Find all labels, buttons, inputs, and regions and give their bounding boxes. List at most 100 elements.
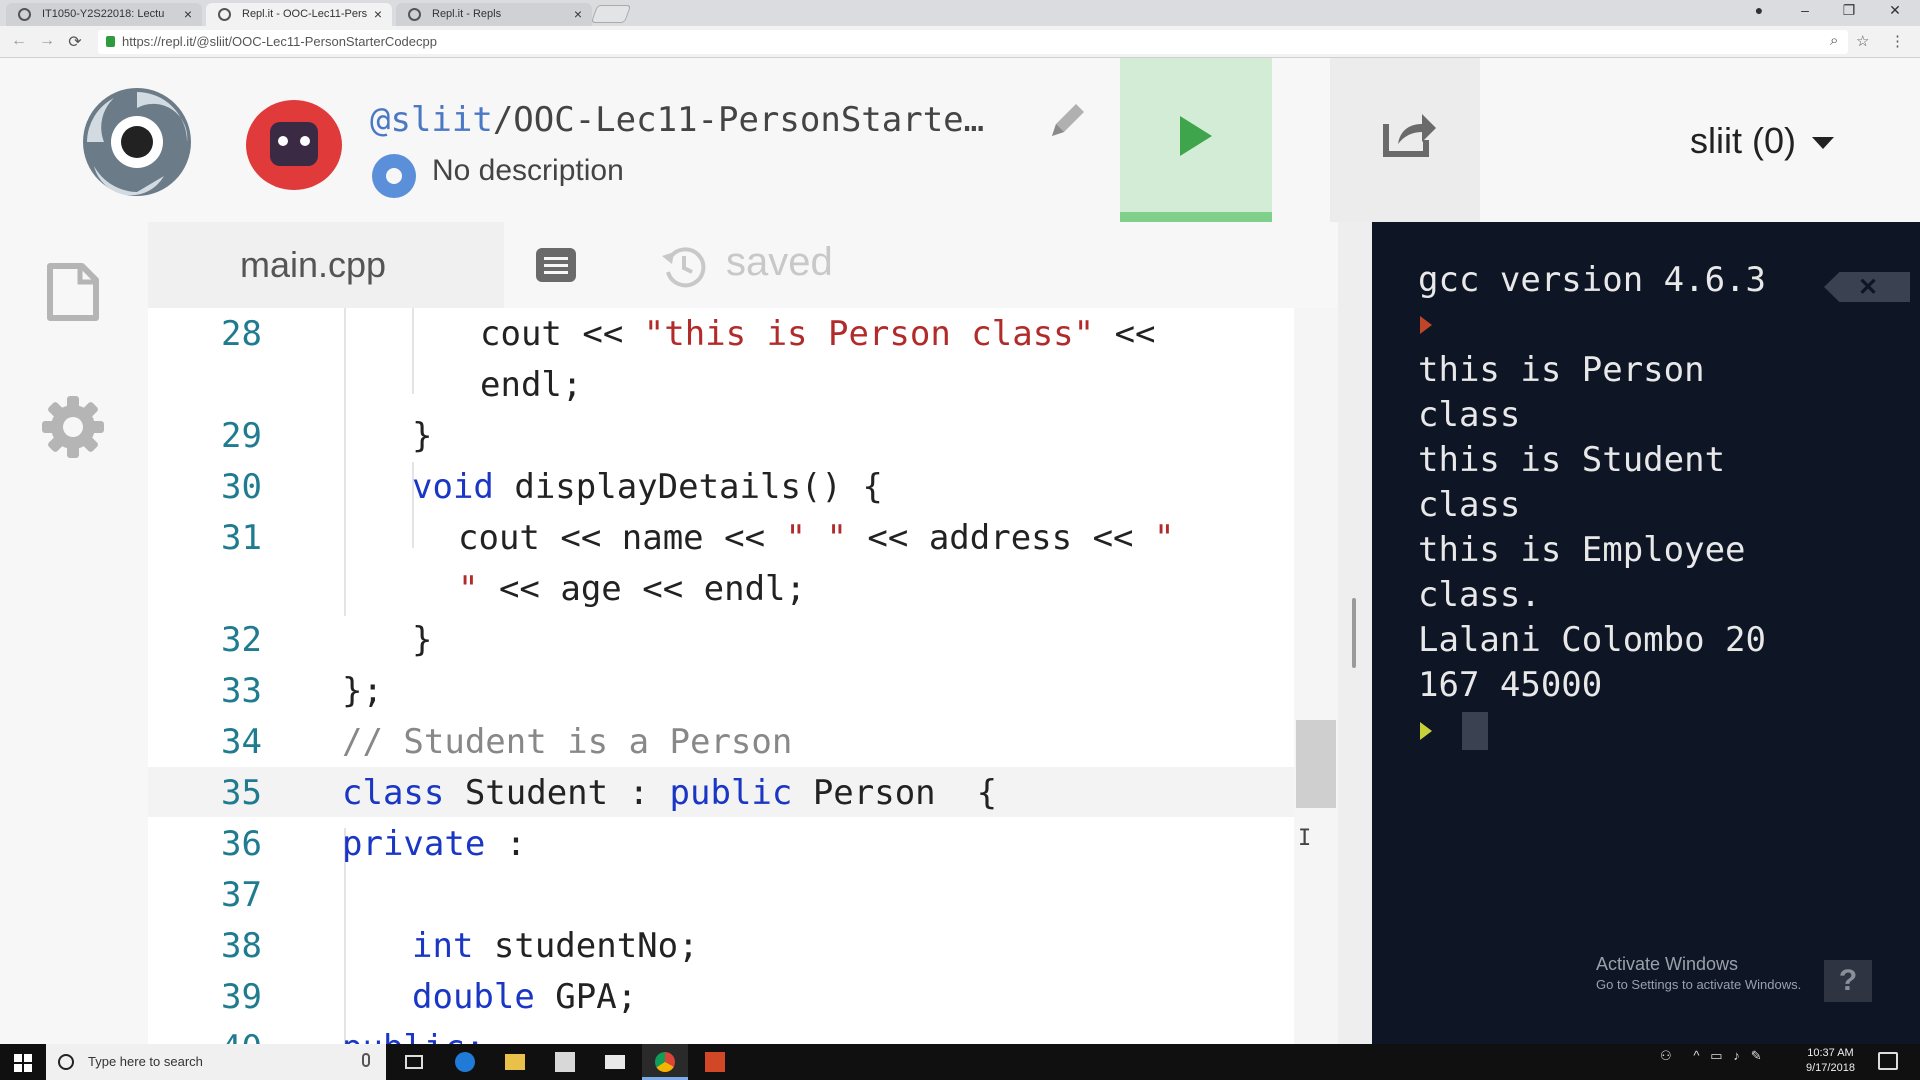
replit-logo-icon[interactable] <box>74 84 200 200</box>
notification-center-icon[interactable] <box>1878 1052 1898 1070</box>
code-line: 38 int studentNo; <box>148 920 1294 970</box>
cpp-language-icon <box>372 154 416 198</box>
close-tab-icon[interactable]: × <box>374 6 382 22</box>
people-icon[interactable]: ⚇ <box>1660 1048 1672 1063</box>
code-text: } <box>412 416 433 456</box>
console-output-line: class <box>1418 485 1521 525</box>
code-token: GPA; <box>534 977 638 1017</box>
code-line: 33 }; <box>148 665 1294 715</box>
mouse-text-cursor-icon: I <box>1298 826 1312 851</box>
share-icon <box>1383 114 1436 157</box>
menu-icon[interactable] <box>534 246 578 284</box>
share-button[interactable] <box>1330 58 1480 222</box>
task-view-button[interactable] <box>392 1044 438 1080</box>
code-line-active: 35 class Student : public Person { <box>148 767 1294 817</box>
windows-start-icon[interactable] <box>14 1054 32 1072</box>
code-text: cout << name << " " << address << " <box>458 518 1174 558</box>
run-button[interactable] <box>1120 58 1272 222</box>
code-token: int <box>412 926 474 966</box>
browser-tab-repl-active[interactable]: Repl.it - OOC-Lec11-Pers × <box>206 3 392 26</box>
url-field[interactable]: https://repl.it/@sliit/OOC-Lec11-PersonS… <box>98 30 1848 54</box>
tray-chevron-icon[interactable]: ^ <box>1693 1048 1699 1063</box>
code-token: double <box>412 977 535 1017</box>
clear-console-button[interactable]: ✕ <box>1824 272 1910 302</box>
taskbar-search-box[interactable]: Type here to search <box>46 1044 386 1080</box>
editor-scrollbar[interactable] <box>1294 308 1338 1044</box>
line-number: 37 <box>221 875 262 915</box>
user-menu-dropdown[interactable]: sliit (0) <box>1690 120 1834 162</box>
browser-tab-lecture[interactable]: IT1050-Y2S22018: Lectu × <box>6 3 202 26</box>
user-avatar[interactable] <box>246 100 342 190</box>
system-tray[interactable]: ⚇ ^ ▭ ♪ ✎ <box>1660 1048 1762 1064</box>
profile-icon[interactable]: ● <box>1744 2 1774 18</box>
repl-header: @sliit/OOC-Lec11-PersonStarte… No descri… <box>0 58 1920 222</box>
forward-icon[interactable]: → <box>36 32 58 50</box>
code-line: 40 public: <box>148 1022 1294 1044</box>
code-text: " << age << endl; <box>458 569 806 609</box>
minimize-icon[interactable]: – <box>1790 2 1820 18</box>
close-tab-icon[interactable]: × <box>184 6 192 22</box>
console-panel[interactable]: gcc version 4.6.3 ✕ this is Person class… <box>1372 222 1920 1044</box>
network-icon[interactable]: ▭ <box>1710 1048 1722 1063</box>
file-icon[interactable] <box>46 262 100 322</box>
line-number: 39 <box>221 977 262 1017</box>
replit-favicon-icon <box>218 8 231 21</box>
new-tab-button[interactable] <box>590 5 632 23</box>
repl-owner[interactable]: @sliit <box>370 100 493 140</box>
help-button[interactable]: ? <box>1824 960 1872 1002</box>
code-token: " <box>1153 518 1175 558</box>
line-number: 36 <box>221 824 262 864</box>
play-icon <box>1180 116 1212 156</box>
cortana-icon <box>58 1054 74 1070</box>
edit-pencil-icon[interactable] <box>1046 98 1090 142</box>
clock-time: 10:37 AM <box>1807 1047 1854 1059</box>
taskbar-file-explorer[interactable] <box>492 1044 538 1080</box>
line-number: 34 <box>221 722 262 762</box>
left-sidebar <box>0 222 148 1044</box>
code-token: cout << name << <box>458 518 786 558</box>
gear-icon[interactable] <box>40 394 106 460</box>
volume-icon[interactable]: ♪ <box>1733 1048 1740 1063</box>
code-line: 37 <box>148 869 1294 919</box>
code-token: " " <box>785 518 847 558</box>
editor-scroll-thumb[interactable] <box>1296 720 1336 808</box>
repl-description[interactable]: No description <box>432 154 624 188</box>
code-text: } <box>412 620 433 660</box>
code-token: << address << <box>846 518 1154 558</box>
zoom-icon[interactable]: ⌕ <box>1830 32 1838 49</box>
code-token: " <box>458 569 479 609</box>
close-tab-icon[interactable]: × <box>574 6 582 22</box>
reload-icon[interactable]: ⟳ <box>64 32 86 52</box>
console-output-line: 167 45000 <box>1418 665 1603 705</box>
line-number: 28 <box>221 314 262 354</box>
code-text: public: <box>342 1028 485 1044</box>
history-icon[interactable] <box>660 242 708 290</box>
code-area[interactable]: 28 cout << "this is Person class" << end… <box>148 308 1294 1044</box>
maximize-icon[interactable]: ❐ <box>1834 2 1864 19</box>
browser-tab-repls[interactable]: Repl.it - Repls × <box>396 3 592 26</box>
console-output-line: Lalani Colombo 20 <box>1418 620 1766 660</box>
code-token: studentNo; <box>473 926 699 966</box>
prompt-arrow-icon <box>1420 722 1432 740</box>
taskbar-chrome[interactable] <box>642 1044 688 1080</box>
taskbar-store[interactable] <box>542 1044 588 1080</box>
file-tab-main-cpp[interactable]: main.cpp <box>148 222 504 308</box>
console-input-cursor[interactable] <box>1462 712 1488 750</box>
pen-icon[interactable]: ✎ <box>1751 1048 1762 1063</box>
taskbar-mail[interactable] <box>592 1044 638 1080</box>
line-number: 29 <box>221 416 262 456</box>
browser-menu-icon[interactable]: ⋮ <box>1890 32 1905 50</box>
taskbar-edge[interactable] <box>442 1044 488 1080</box>
close-window-icon[interactable]: ✕ <box>1880 2 1910 19</box>
code-token: "this is Person class" <box>643 314 1095 354</box>
tab-label: Repl.it - Repls <box>432 8 502 20</box>
taskbar-clock[interactable]: 10:37 AM 9/17/2018 <box>1806 1046 1855 1076</box>
pane-resize-handle[interactable] <box>1352 598 1356 668</box>
mail-icon <box>605 1055 625 1069</box>
taskbar-powerpoint[interactable] <box>692 1044 738 1080</box>
bookmark-star-icon[interactable]: ☆ <box>1856 32 1869 50</box>
microphone-icon[interactable] <box>362 1053 370 1067</box>
back-icon[interactable]: ← <box>8 32 30 50</box>
repl-title[interactable]: @sliit/OOC-Lec11-PersonStarte… <box>370 100 984 140</box>
console-output-line: this is Student <box>1418 440 1726 480</box>
